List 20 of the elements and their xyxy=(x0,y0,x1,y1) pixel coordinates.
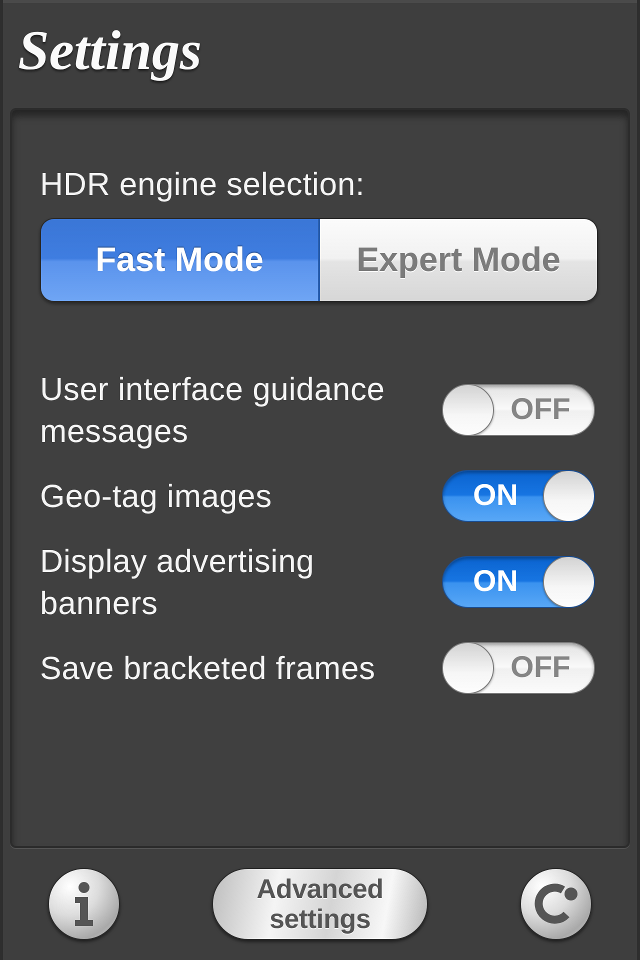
toggle-knob[interactable] xyxy=(443,385,494,435)
toggle-switch[interactable]: OFF xyxy=(442,384,595,436)
setting-label: Save bracketed frames xyxy=(40,649,376,688)
setting-label: User interface guidance messages xyxy=(40,370,386,451)
toggle-switch[interactable]: ON xyxy=(442,470,595,522)
toggle-switch[interactable]: OFF xyxy=(442,642,595,694)
toggle-knob[interactable] xyxy=(543,471,594,521)
mode-segment[interactable]: Fast Mode xyxy=(41,219,318,301)
page-title: Settings xyxy=(18,18,202,82)
info-button[interactable] xyxy=(48,868,120,940)
setting-label: Geo-tag images xyxy=(40,477,272,516)
ring-dot-button[interactable] xyxy=(520,868,592,940)
toggle-knob[interactable] xyxy=(443,643,494,693)
engine-label: HDR engine selection: xyxy=(40,166,366,202)
mode-segment[interactable]: Expert Mode xyxy=(318,219,597,301)
toggle-switch[interactable]: ON xyxy=(442,556,595,608)
setting-label: Display advertising banners xyxy=(40,542,316,623)
toggle-knob[interactable] xyxy=(543,557,594,607)
advanced-settings-button[interactable]: Advanced settings xyxy=(212,868,428,940)
info-icon xyxy=(73,882,95,926)
